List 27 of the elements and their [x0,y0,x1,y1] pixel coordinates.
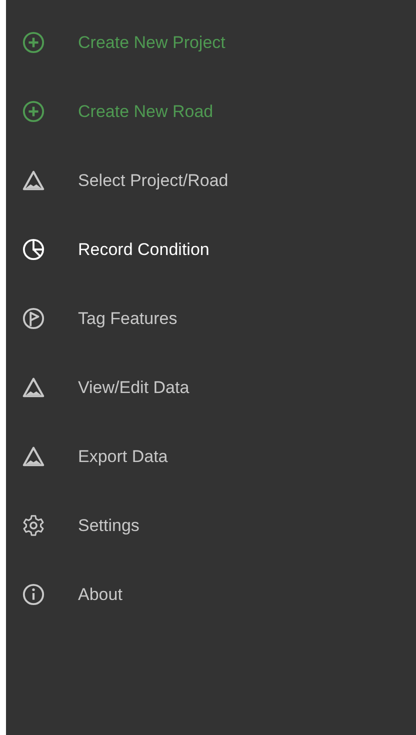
info-icon [22,583,45,606]
menu-item-label: Settings [78,516,140,536]
menu-item-label: Create New Road [78,102,214,122]
mountain-icon [22,445,45,468]
plus-circle-icon [22,100,45,123]
menu-item-label: Tag Features [78,308,178,328]
menu-item-label: About [78,584,122,604]
settings-icon [22,514,45,537]
menu-item[interactable]: Tag Features [6,284,416,353]
menu-item-label: Select Project/Road [78,170,228,190]
menu-item[interactable]: Export Data [6,422,416,491]
menu-item-label: Create New Project [78,32,226,52]
menu-item[interactable]: About [6,560,416,629]
menu-item-label: Record Condition [78,240,210,260]
menu-item[interactable]: Create New Project [6,8,416,77]
menu-item-label: Export Data [78,446,168,466]
flag-icon [22,307,45,330]
menu-item[interactable]: Record Condition [6,215,416,284]
menu-item[interactable]: Select Project/Road [6,146,416,215]
plus-circle-icon [22,31,45,54]
menu-item[interactable]: Settings [6,491,416,560]
menu-item[interactable]: View/Edit Data [6,353,416,422]
mountain-icon [22,376,45,399]
menu-item-label: View/Edit Data [78,378,190,398]
pie-chart-icon [22,238,45,261]
menu-item[interactable]: Create New Road [6,77,416,146]
mountain-icon [22,169,45,192]
